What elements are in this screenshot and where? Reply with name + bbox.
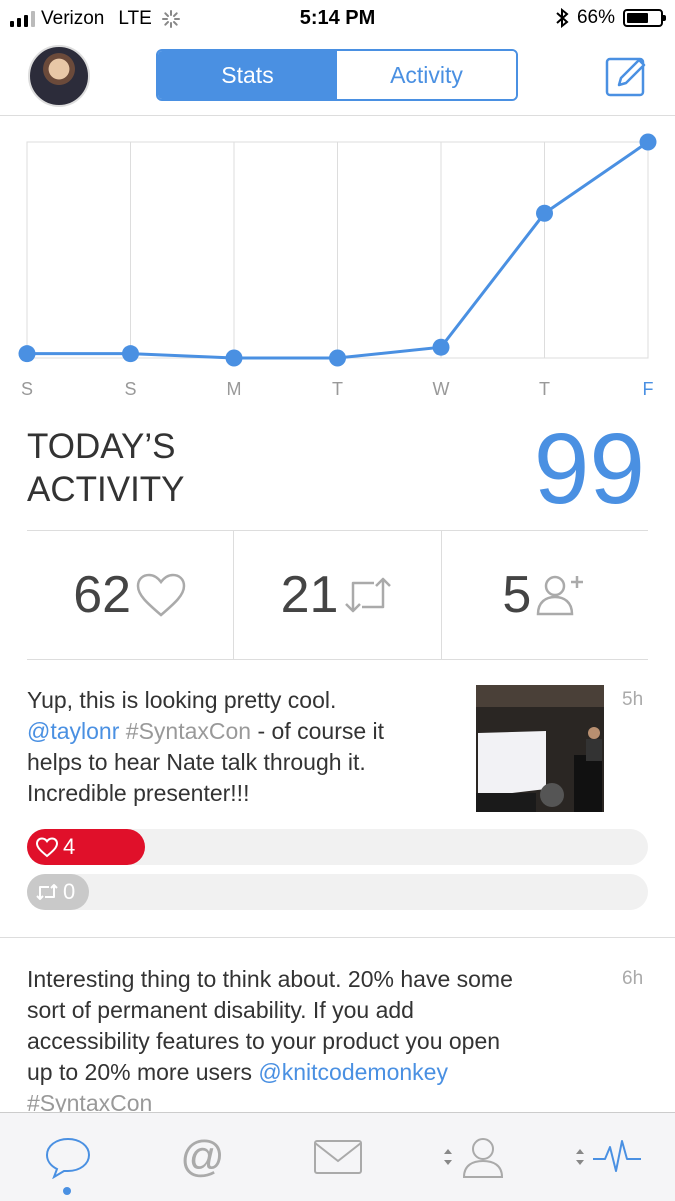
messages-icon	[313, 1140, 362, 1174]
tab-activity[interactable]: Activity	[337, 51, 516, 99]
chart-tick-label: T	[539, 379, 550, 399]
retweet-icon	[36, 884, 58, 900]
todays-activity-line1: TODAY’S	[27, 427, 176, 466]
tweet-2-text[interactable]: Interesting thing to think about. 20% ha…	[27, 964, 607, 1119]
compose-icon[interactable]	[605, 55, 647, 97]
tab-mentions[interactable]: @	[135, 1113, 270, 1201]
tweet-1-image[interactable]	[476, 685, 604, 812]
tweet-1-line4: Incredible presenter!!!	[27, 780, 250, 806]
chart-tick-label: F	[643, 379, 654, 399]
battery-percent: 66%	[576, 7, 615, 28]
status-bar: Verizon LTE 5:14 PM 66%	[0, 0, 675, 38]
chart-tick-label: T	[332, 379, 343, 399]
tweet-1-text[interactable]: Yup, this is looking pretty cool. @taylo…	[27, 685, 467, 809]
segmented-control: Stats Activity	[156, 49, 518, 101]
tweet-1-age: 5h	[622, 689, 644, 710]
todays-activity-title: TODAY’S ACTIVITY	[27, 425, 185, 511]
tweet-2-age: 6h	[622, 968, 644, 989]
tweet-divider	[0, 937, 675, 938]
nav-divider	[0, 115, 675, 116]
active-tab-indicator	[63, 1187, 71, 1195]
tab-bar: @	[0, 1112, 675, 1201]
tab-timeline[interactable]	[0, 1113, 135, 1201]
tab-profile[interactable]	[405, 1113, 540, 1201]
tweet-1-hashtag[interactable]: #SyntaxCon	[126, 718, 251, 744]
status-right: 66%	[555, 7, 666, 29]
stats-row: 62 21 5	[27, 530, 648, 660]
retweet-icon	[345, 577, 392, 613]
mentions-icon: @	[180, 1132, 225, 1181]
tweet-1-retweets-count: 0	[63, 879, 76, 904]
avatar[interactable]	[28, 45, 90, 107]
tweet-2-line3: accessibility features to your product y…	[27, 1028, 501, 1054]
chart-tick-label: M	[227, 379, 242, 399]
tweet-2-line4-text: up to 20% more users	[27, 1059, 259, 1085]
tweet-2-mention[interactable]: @knitcodemonkey	[258, 1059, 448, 1085]
chart-tick-label: W	[433, 379, 450, 399]
add-follower-icon	[537, 575, 584, 616]
battery-icon	[623, 9, 666, 27]
likes-count: 62	[73, 566, 132, 624]
tab-stats[interactable]: Stats	[158, 51, 337, 99]
timeline-icon	[45, 1137, 90, 1179]
chart-point	[639, 133, 657, 151]
chart-point	[432, 338, 450, 356]
chart-point	[536, 204, 553, 222]
followers-stat[interactable]: 5	[440, 531, 648, 659]
likes-stat[interactable]: 62	[27, 531, 233, 659]
retweets-count: 21	[280, 566, 339, 624]
tweet-1-mention[interactable]: @taylonr	[27, 718, 119, 744]
chart-point	[122, 345, 139, 363]
chart-tick-label: S	[21, 379, 33, 399]
tweet-1-line2-rest: - of course it	[257, 718, 385, 744]
tweet-2-line1: Interesting thing to think about. 20% ha…	[27, 966, 513, 992]
tweet-1-likes-count: 4	[63, 834, 76, 859]
tweet-2-line4: up to 20% more users @knitcodemonkey	[27, 1057, 607, 1088]
tab-activity-feed[interactable]	[540, 1113, 675, 1201]
retweets-stat[interactable]: 21	[233, 531, 440, 659]
chart-point	[18, 345, 36, 363]
tweet-1-likes-bar[interactable]: 4	[27, 829, 648, 865]
tweet-2-line2: sort of permanent disability. If you add	[27, 997, 414, 1023]
chart-point	[225, 349, 243, 367]
tweet-1-retweets-bar[interactable]: 0	[27, 874, 648, 910]
tweet-1-likes-fill: 4	[27, 829, 145, 865]
todays-activity-total: 99	[533, 413, 645, 525]
tweet-1-line3: helps to hear Nate talk through it.	[27, 749, 366, 775]
followers-count: 5	[502, 566, 532, 624]
heart-icon	[136, 573, 186, 617]
tweet-1-retweets-fill: 0	[27, 874, 89, 910]
tweet-1-line2: @taylonr #SyntaxCon - of course it	[27, 716, 467, 747]
bluetooth-icon	[556, 8, 569, 28]
profile-icon	[462, 1138, 503, 1178]
chart-point	[329, 349, 346, 367]
chart-tick-label: S	[124, 379, 136, 399]
todays-activity-line2: ACTIVITY	[27, 470, 185, 509]
tab-messages[interactable]	[270, 1113, 405, 1201]
tweet-1-line1: Yup, this is looking pretty cool.	[27, 687, 337, 713]
activity-icon	[592, 1140, 641, 1172]
account-switch-icon	[575, 1149, 584, 1165]
heart-icon	[35, 837, 59, 858]
account-switch-icon	[443, 1149, 452, 1165]
activity-chart: SSMTWTF	[18, 133, 657, 399]
